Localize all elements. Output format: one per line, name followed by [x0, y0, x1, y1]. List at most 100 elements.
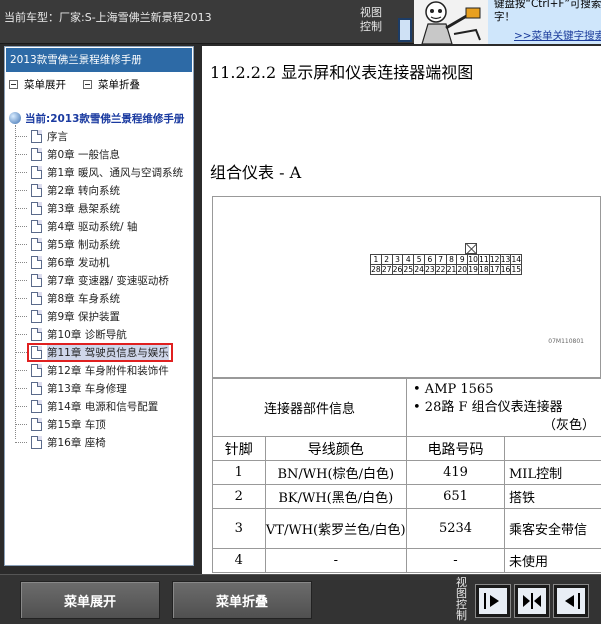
mascot-icon — [414, 0, 488, 44]
tree-branch-line — [15, 207, 27, 209]
tree-item[interactable]: 第7章 变速器/ 变速驱动桥 — [15, 271, 193, 289]
document-icon — [31, 363, 42, 377]
tree-item-label: 序言 — [47, 130, 68, 143]
cell-pin: 2 — [212, 484, 266, 509]
tree-item-label: 第0章 一般信息 — [47, 148, 121, 161]
tree-item[interactable]: 第10章 诊断导航 — [15, 325, 193, 343]
tree-item[interactable]: 第16章 座椅 — [15, 433, 193, 451]
tree-item[interactable]: 第13章 车身修理 — [15, 379, 193, 397]
cell-wire-color: - — [264, 548, 408, 573]
header-pin: 针脚 — [212, 436, 266, 461]
cell-pin: 4 — [212, 548, 266, 573]
connector-pin-row-bottom: 28 27 26 25 24 23 22 21 20 19 18 17 16 15 — [370, 264, 523, 275]
tree-item-label: 第10章 诊断导航 — [47, 328, 127, 341]
document-icon — [31, 255, 42, 269]
component-heading: 组合仪表 - A — [210, 163, 302, 182]
tree-item[interactable]: 第12章 车身附件和装饰件 — [15, 361, 193, 379]
document-icon — [31, 273, 42, 287]
tree-item[interactable]: 第0章 一般信息 — [15, 145, 193, 163]
tree-item-label: 第9章 保护装置 — [47, 310, 121, 323]
tree-branch-line — [15, 297, 27, 299]
tree-collapse-link[interactable]: 菜单折叠 — [83, 77, 140, 92]
tree-item-label: 第15章 车顶 — [47, 418, 106, 431]
connector-diagram: 1 2 3 4 5 6 7 8 9 10 11 12 13 14 28 27 26 25 24 23 22 21 20 19… — [212, 196, 601, 378]
tree-branch-line — [15, 333, 27, 335]
document-icon — [31, 291, 42, 305]
view-expand-left-button[interactable] — [553, 584, 589, 618]
manual-title[interactable]: 2013款雪佛兰景程维修手册 — [6, 48, 192, 72]
tree-item-label: 第4章 驱动系统/ 轴 — [47, 220, 138, 233]
document-icon — [31, 219, 42, 233]
menu-expand-button[interactable]: 菜单展开 — [20, 581, 160, 619]
tree-item[interactable]: 第14章 电源和信号配置 — [15, 397, 193, 415]
table-header-row: 针脚 导线颜色 电路号码 — [212, 436, 601, 461]
document-icon — [31, 399, 42, 413]
tree-branch-line — [15, 243, 27, 245]
tree-branch-line — [15, 351, 27, 353]
connector-info: • AMP 1565 • 28路 F 组合仪表连接器 （灰色） — [406, 378, 601, 437]
arrows-both-icon — [523, 593, 541, 609]
manual-tree-panel: 2013款雪佛兰景程维修手册 菜单展开 菜单折叠 当前:2013款雪佛兰景程维修… — [4, 46, 194, 566]
view-control-button[interactable] — [398, 18, 412, 42]
tree-item[interactable]: 第1章 暖风、通风与空调系统 — [15, 163, 193, 181]
tree-item[interactable]: 第8章 车身系统 — [15, 289, 193, 307]
document-icon — [31, 147, 42, 161]
cell-circuit: - — [406, 548, 505, 573]
view-expand-right-button[interactable] — [475, 584, 511, 618]
tree-item[interactable]: 第6章 发动机 — [15, 253, 193, 271]
tree-branch-line — [15, 189, 27, 191]
view-split-button[interactable] — [514, 584, 550, 618]
tree-item[interactable]: 第5章 制动系统 — [15, 235, 193, 253]
tree-root-label: 当前:2013款雪佛兰景程维修手册 — [25, 112, 185, 125]
tree-item[interactable]: 第2章 转向系统 — [15, 181, 193, 199]
document-icon — [31, 381, 42, 395]
tree-branch-line — [15, 387, 27, 389]
tree-item[interactable]: 第4章 驱动系统/ 轴 — [15, 217, 193, 235]
document-view: 11.2.2.2 显示屏和仪表连接器端视图 组合仪表 - A 123456789… — [202, 46, 601, 574]
tree-item-label: 第16章 座椅 — [47, 436, 106, 449]
tree-branch-line — [15, 261, 27, 263]
cell-function: MIL控制 — [504, 460, 601, 485]
cell-wire-color: BK/WH(黑色/白色) — [264, 484, 408, 509]
cell-pin: 3 — [212, 508, 266, 549]
view-control-label-bottom: 视图控制 — [456, 576, 467, 622]
header-circuit: 电路号码 — [406, 436, 505, 461]
document-icon — [31, 327, 42, 341]
cell-function: 搭铁 — [504, 484, 601, 509]
connector-info-line: • 28路 F 组合仪表连接器 — [413, 399, 563, 415]
tree-item[interactable]: 序言 — [15, 127, 193, 145]
car-model-label: 当前车型：厂家:S-上海雪佛兰新景程2013 — [4, 11, 212, 24]
pinout-table: 连接器部件信息 • AMP 1565 • 28路 F 组合仪表连接器 （灰色） … — [212, 378, 601, 573]
tree-branch-line — [15, 405, 27, 407]
tree-item[interactable]: 第15章 车顶 — [15, 415, 193, 433]
arrow-left-icon — [565, 593, 580, 609]
tree-item-label: 第12章 车身附件和装饰件 — [47, 364, 169, 377]
manual-root-icon — [9, 112, 21, 124]
keyword-search-link[interactable]: >>菜单关键字搜索 — [514, 28, 601, 43]
tree-branch-line — [15, 441, 27, 443]
bottom-bar: 菜单展开 菜单折叠 视图控制 — [0, 574, 601, 624]
tree-branch-line — [15, 369, 27, 371]
tree-expand-link[interactable]: 菜单展开 — [9, 77, 66, 92]
tree-item[interactable]: 第3章 悬架系统 — [15, 199, 193, 217]
document-icon — [31, 435, 42, 449]
table-row: 4- - 未使用 — [212, 548, 601, 573]
tree-actions: 菜单展开 菜单折叠 — [7, 77, 193, 95]
tree-item[interactable]: 第9章 保护装置 — [15, 307, 193, 325]
connector-info-line: • AMP 1565 — [413, 381, 494, 397]
arrow-right-icon — [484, 593, 499, 609]
tree-branch-line — [15, 315, 27, 317]
table-row: 1 BN/WH(棕色/白色) 419 MIL控制 — [212, 460, 601, 485]
top-bar: 当前车型：厂家:S-上海雪佛兰新景程2013 视图控制 键盘按“Ctrl+F”可… — [0, 0, 601, 44]
tree-item-label: 第3章 悬架系统 — [47, 202, 121, 215]
tree-branch-line — [15, 279, 27, 281]
section-heading: 11.2.2.2 显示屏和仪表连接器端视图 — [210, 63, 474, 82]
tree-item-label: 第14章 电源和信号配置 — [47, 400, 159, 413]
table-row: 3 VT/WH(紫罗兰色/白色) 5234 乘客安全带信 — [212, 508, 601, 549]
keyboard-tip-text: 键盘按“Ctrl+F”可搜索字！ — [494, 0, 601, 23]
tree-item-label: 第2章 转向系统 — [47, 184, 121, 197]
menu-collapse-button[interactable]: 菜单折叠 — [172, 581, 312, 619]
tree-root[interactable]: 当前:2013款雪佛兰景程维修手册 — [9, 109, 184, 127]
document-icon — [31, 129, 42, 143]
diagram-code: 07M110801 — [548, 338, 584, 345]
